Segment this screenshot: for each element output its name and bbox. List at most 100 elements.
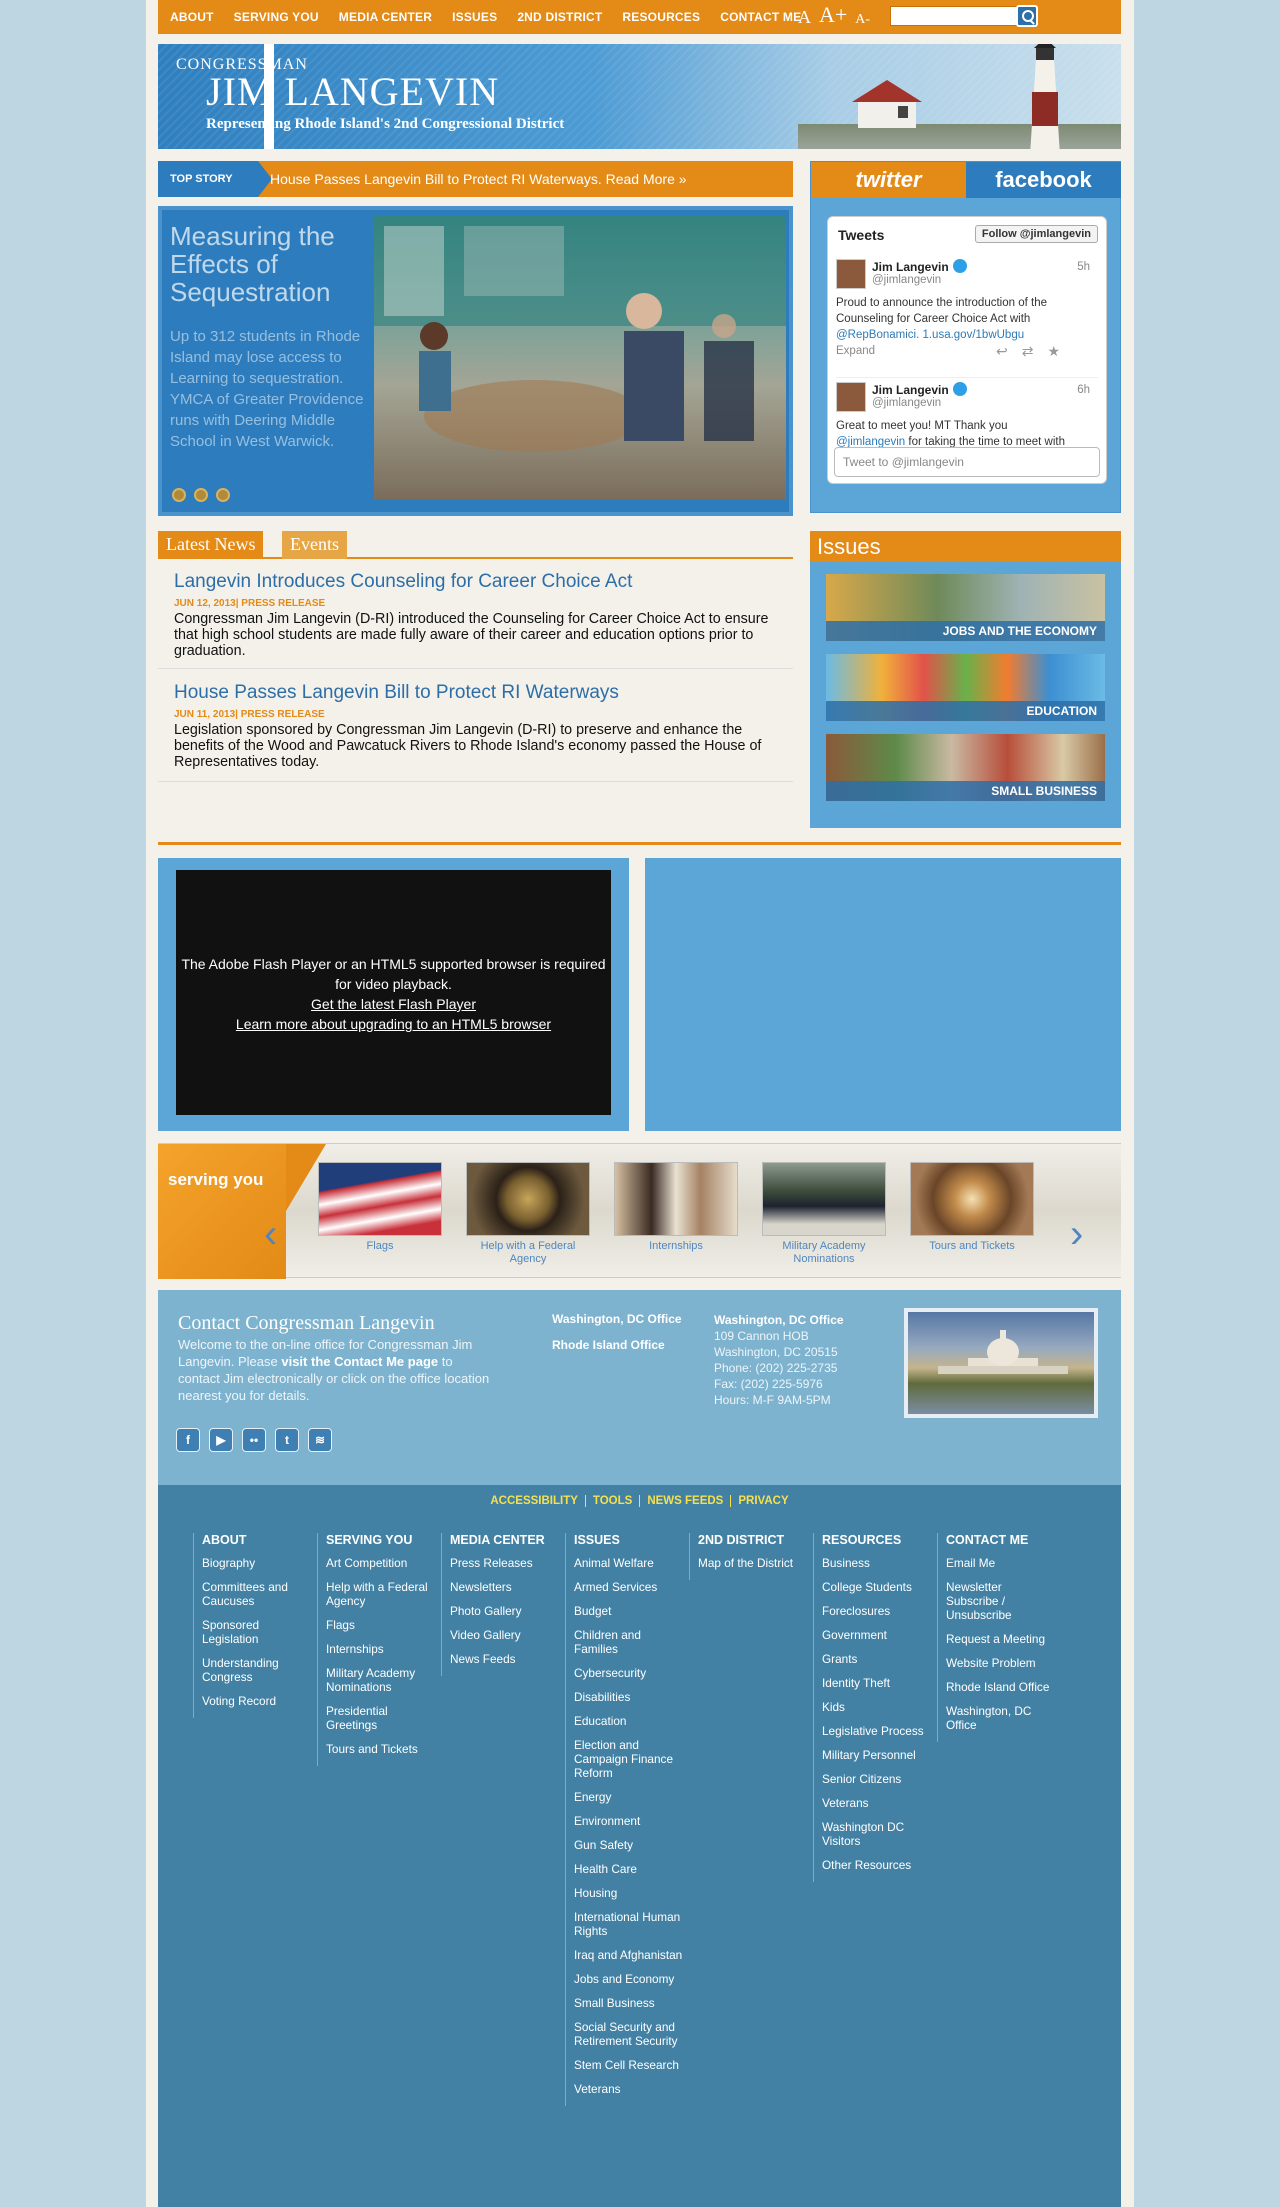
flickr-icon[interactable]: •• bbox=[242, 1428, 266, 1452]
top-story-link[interactable]: House Passes Langevin Bill to Protect RI… bbox=[270, 171, 687, 187]
footer-link[interactable]: Sponsored Legislation bbox=[202, 1618, 311, 1646]
footer-link[interactable]: Map of the District bbox=[698, 1556, 807, 1570]
footer-link[interactable]: Presidential Greetings bbox=[326, 1704, 435, 1732]
serving-item-tours[interactable]: Tours and Tickets bbox=[910, 1162, 1034, 1253]
issue-card-small-business[interactable]: SMALL BUSINESS bbox=[826, 734, 1105, 801]
slide-dot-3[interactable] bbox=[216, 488, 230, 502]
footer-link[interactable]: Election and Campaign Finance Reform bbox=[574, 1738, 683, 1780]
tweet-author[interactable]: Jim Langevin bbox=[872, 382, 967, 397]
contact-me-link[interactable]: visit the Contact Me page bbox=[281, 1354, 438, 1369]
footer-link[interactable]: Help with a Federal Agency bbox=[326, 1580, 435, 1608]
tab-events[interactable]: Events bbox=[282, 531, 347, 559]
footer-column-heading[interactable]: RESOURCES bbox=[822, 1533, 931, 1547]
footer-link[interactable]: Environment bbox=[574, 1814, 683, 1828]
slide-dot-1[interactable] bbox=[172, 488, 186, 502]
tweet-expand[interactable]: Expand bbox=[836, 345, 875, 357]
tweet-time[interactable]: 5h bbox=[1077, 261, 1090, 273]
footer-link[interactable]: Social Security and Retirement Security bbox=[574, 2020, 683, 2048]
issue-card-jobs[interactable]: JOBS AND THE ECONOMY bbox=[826, 574, 1105, 641]
search-icon[interactable] bbox=[1016, 5, 1038, 27]
footer-link[interactable]: Biography bbox=[202, 1556, 311, 1570]
carousel-next-icon[interactable]: › bbox=[1070, 1214, 1083, 1254]
footer-link[interactable]: Request a Meeting bbox=[946, 1632, 1055, 1646]
nav-resources[interactable]: RESOURCES bbox=[622, 10, 700, 24]
slide-dot-2[interactable] bbox=[194, 488, 208, 502]
footer-link[interactable]: Gun Safety bbox=[574, 1838, 683, 1852]
reply-icon[interactable]: ↩ bbox=[996, 343, 1022, 359]
footer-link[interactable]: Kids bbox=[822, 1700, 931, 1714]
footer-link[interactable]: Stem Cell Research bbox=[574, 2058, 683, 2072]
rss-icon[interactable]: ≋ bbox=[308, 1428, 332, 1452]
footer-link[interactable]: Legislative Process bbox=[822, 1724, 931, 1738]
footer-link[interactable]: Website Problem bbox=[946, 1656, 1055, 1670]
slide-title[interactable]: Measuring the Effects of Sequestration bbox=[170, 222, 370, 306]
footer-link[interactable]: Identity Theft bbox=[822, 1676, 931, 1690]
news-title[interactable]: House Passes Langevin Bill to Protect RI… bbox=[174, 682, 784, 704]
footer-link[interactable]: Newsletter Subscribe / Unsubscribe bbox=[946, 1580, 1055, 1622]
avatar[interactable] bbox=[836, 382, 866, 412]
serving-item-military-academy[interactable]: Military Academy Nominations bbox=[762, 1162, 886, 1266]
footer-link[interactable]: Energy bbox=[574, 1790, 683, 1804]
nav-serving-you[interactable]: SERVING YOU bbox=[234, 10, 319, 24]
nav-issues[interactable]: ISSUES bbox=[452, 10, 497, 24]
footer-column-heading[interactable]: ABOUT bbox=[202, 1533, 311, 1547]
font-decrease-button[interactable]: A- bbox=[855, 12, 870, 28]
serving-item-federal-agency[interactable]: Help with a Federal Agency bbox=[466, 1162, 590, 1266]
footer-link[interactable]: Tours and Tickets bbox=[326, 1742, 435, 1756]
footer-link[interactable]: Jobs and Economy bbox=[574, 1972, 683, 1986]
html5-browser-link[interactable]: Learn more about upgrading to an HTML5 b… bbox=[176, 1014, 611, 1034]
header-name[interactable]: JIM LANGEVIN bbox=[206, 68, 499, 115]
tweet-time[interactable]: 6h bbox=[1077, 384, 1090, 396]
footer-link[interactable]: Other Resources bbox=[822, 1858, 931, 1872]
footer-link[interactable]: Newsletters bbox=[450, 1580, 559, 1594]
footer-link[interactable]: Grants bbox=[822, 1652, 931, 1666]
footer-link[interactable]: Animal Welfare bbox=[574, 1556, 683, 1570]
footer-link[interactable]: College Students bbox=[822, 1580, 931, 1594]
tab-twitter[interactable]: twitter bbox=[811, 162, 966, 198]
footer-link[interactable]: Small Business bbox=[574, 1996, 683, 2010]
footer-link[interactable]: Senior Citizens bbox=[822, 1772, 931, 1786]
nav-about[interactable]: ABOUT bbox=[170, 10, 214, 24]
footer-link[interactable]: Disabilities bbox=[574, 1690, 683, 1704]
footer-link[interactable]: Press Releases bbox=[450, 1556, 559, 1570]
footer-link[interactable]: News Feeds bbox=[450, 1652, 559, 1666]
footer-link[interactable]: Military Personnel bbox=[822, 1748, 931, 1762]
tweet-input[interactable]: Tweet to @jimlangevin bbox=[834, 447, 1100, 477]
footer-link-privacy[interactable]: PRIVACY bbox=[731, 1495, 795, 1507]
favorite-icon[interactable]: ★ bbox=[1047, 343, 1074, 359]
footer-link[interactable]: Video Gallery bbox=[450, 1628, 559, 1642]
twitter-icon[interactable]: t bbox=[275, 1428, 299, 1452]
footer-link[interactable]: Understanding Congress bbox=[202, 1656, 311, 1684]
issue-card-education[interactable]: EDUCATION bbox=[826, 654, 1105, 721]
footer-link[interactable]: Children and Families bbox=[574, 1628, 683, 1656]
footer-link-accessibility[interactable]: ACCESSIBILITY bbox=[483, 1495, 586, 1507]
footer-link[interactable]: Government bbox=[822, 1628, 931, 1642]
footer-link[interactable]: Email Me bbox=[946, 1556, 1055, 1570]
footer-link[interactable]: Internships bbox=[326, 1642, 435, 1656]
follow-button[interactable]: Follow @jimlangevin bbox=[974, 225, 1098, 243]
footer-link[interactable]: Military Academy Nominations bbox=[326, 1666, 435, 1694]
footer-link[interactable]: Art Competition bbox=[326, 1556, 435, 1570]
footer-link[interactable]: Flags bbox=[326, 1618, 435, 1632]
tab-latest-news[interactable]: Latest News bbox=[158, 531, 264, 559]
footer-link[interactable]: Veterans bbox=[822, 1796, 931, 1810]
search-input[interactable] bbox=[890, 6, 1020, 26]
slide-photo[interactable] bbox=[374, 216, 786, 500]
footer-link[interactable]: Cybersecurity bbox=[574, 1666, 683, 1680]
video-player[interactable]: The Adobe Flash Player or an HTML5 suppo… bbox=[176, 870, 611, 1115]
footer-link[interactable]: Budget bbox=[574, 1604, 683, 1618]
news-title[interactable]: Langevin Introduces Counseling for Caree… bbox=[174, 571, 784, 593]
footer-link[interactable]: Foreclosures bbox=[822, 1604, 931, 1618]
carousel-prev-icon[interactable]: ‹ bbox=[264, 1214, 277, 1254]
footer-link[interactable]: International Human Rights bbox=[574, 1910, 683, 1938]
footer-link[interactable]: Veterans bbox=[574, 2082, 683, 2096]
youtube-icon[interactable]: ▶ bbox=[209, 1428, 233, 1452]
featured-slideshow[interactable]: Measuring the Effects of Sequestration U… bbox=[158, 206, 793, 516]
avatar[interactable] bbox=[836, 259, 866, 289]
office-tab-dc[interactable]: Washington, DC Office bbox=[552, 1312, 682, 1326]
footer-column-heading[interactable]: SERVING YOU bbox=[326, 1533, 435, 1547]
retweet-icon[interactable]: ⇄ bbox=[1022, 343, 1048, 359]
flash-player-link[interactable]: Get the latest Flash Player bbox=[176, 994, 611, 1014]
footer-column-heading[interactable]: CONTACT ME bbox=[946, 1533, 1055, 1547]
office-tab-ri[interactable]: Rhode Island Office bbox=[552, 1338, 665, 1352]
